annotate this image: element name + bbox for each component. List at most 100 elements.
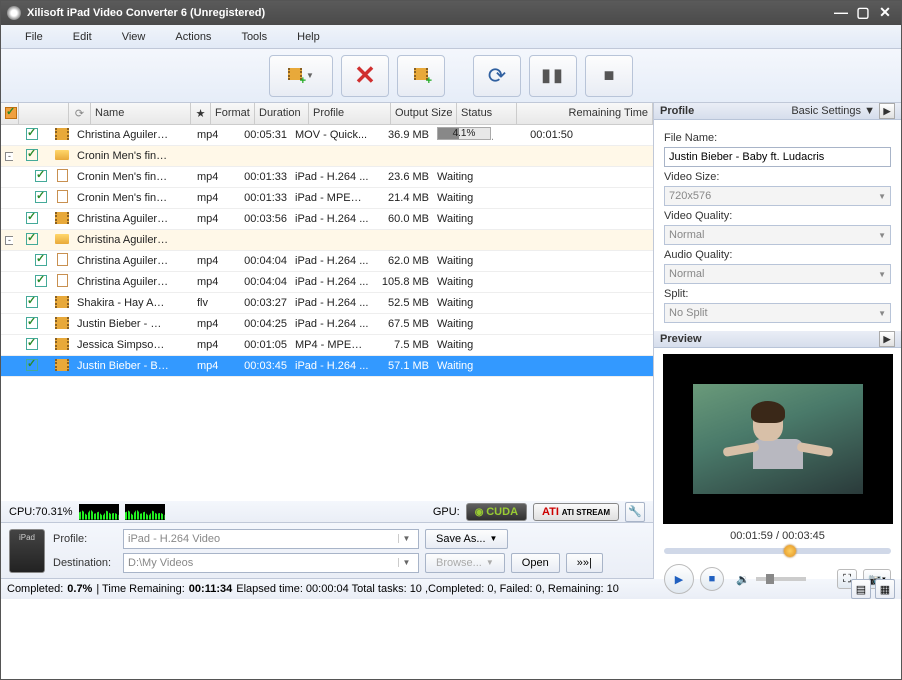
add-profile-button[interactable]: + [397, 55, 445, 97]
row-size: 105.8 MB [373, 276, 433, 288]
row-checkbox[interactable] [26, 149, 38, 161]
stop-playback-button[interactable]: ■ [700, 567, 724, 591]
file-row[interactable]: Christina Aguilera ...mp400:04:04iPad - … [1, 272, 653, 293]
video-size-select[interactable]: 720x576▼ [664, 186, 891, 206]
dropdown-arrow-icon: ▼ [306, 71, 314, 80]
time-remaining-value: 00:11:34 [189, 583, 232, 595]
row-checkbox[interactable] [26, 128, 38, 140]
log-button[interactable]: ▤ [851, 579, 871, 599]
row-name: Cronin Men's final ... [73, 150, 173, 162]
row-duration: 00:04:25 [237, 318, 291, 330]
video-preview[interactable] [663, 354, 893, 524]
row-status: Waiting [433, 171, 493, 183]
queue-button[interactable]: »»| [566, 553, 603, 573]
file-row[interactable]: Christina Aguilera ...mp400:04:04iPad - … [1, 251, 653, 272]
row-checkbox[interactable] [35, 275, 47, 287]
row-checkbox[interactable] [26, 338, 38, 350]
menu-view[interactable]: View [118, 31, 172, 43]
col-loop-icon[interactable]: ⟳ [69, 103, 91, 124]
destination-combo[interactable]: D:\My Videos▼ [123, 553, 419, 573]
row-checkbox[interactable] [35, 170, 47, 182]
split-select[interactable]: No Split▼ [664, 303, 891, 323]
preview-panel-header: Preview ▶ [654, 331, 901, 348]
file-row[interactable]: Jessica Simpson S...mp400:01:05MP4 - MPE… [1, 335, 653, 356]
help-button[interactable]: ▦ [875, 579, 895, 599]
audio-quality-label: Audio Quality: [664, 249, 891, 261]
file-row[interactable]: Christina Aguilera ...mp400:03:56iPad - … [1, 209, 653, 230]
volume-slider[interactable] [756, 577, 806, 581]
folder-row[interactable]: -Christina Aguilera ... [1, 230, 653, 251]
profile-expand-button[interactable]: ▶ [879, 103, 895, 119]
status-rest: Elapsed time: 00:00:04 Total tasks: 10 ,… [236, 583, 619, 595]
col-remaining[interactable]: Remaining Time [517, 103, 653, 124]
menu-tools[interactable]: Tools [237, 31, 293, 43]
col-status[interactable]: Status [457, 103, 517, 124]
play-button[interactable]: ▶ [664, 564, 694, 594]
profile-combo[interactable]: iPad - H.264 Video▼ [123, 529, 419, 549]
ati-badge[interactable]: ATI ATI STREAM [533, 503, 619, 521]
cuda-badge[interactable]: ◉ CUDA [466, 503, 527, 521]
file-row[interactable]: Justin Bieber - Ba...mp400:03:45iPad - H… [1, 356, 653, 377]
file-name-field[interactable] [664, 147, 891, 167]
row-checkbox[interactable] [26, 212, 38, 224]
row-checkbox[interactable] [26, 359, 38, 371]
col-name[interactable]: Name [91, 103, 191, 124]
row-profile: iPad - MPEG4... [291, 192, 373, 204]
file-row[interactable]: Shakira - Hay Amo...flv00:03:27iPad - H.… [1, 293, 653, 314]
film-icon [55, 296, 69, 308]
add-file-button[interactable]: +▼ [269, 55, 333, 97]
save-as-button[interactable]: Save As... ▼ [425, 529, 508, 549]
tree-toggle[interactable]: - [5, 152, 13, 161]
right-pane: Profile Basic Settings ▼ ▶ File Name: Vi… [654, 103, 901, 579]
minimize-button[interactable]: — [831, 5, 851, 21]
gpu-settings-button[interactable]: 🔧 [625, 502, 645, 522]
preview-expand-button[interactable]: ▶ [879, 331, 895, 347]
col-format[interactable]: Format [211, 103, 255, 124]
file-row[interactable]: Christina Aguilera ...mp400:05:31MOV - Q… [1, 125, 653, 146]
maximize-button[interactable]: ▢ [853, 5, 873, 21]
remove-button[interactable]: ✕ [341, 55, 389, 97]
cpu-label: CPU:70.31% [9, 506, 73, 518]
preview-panel-body: 00:01:59 / 00:03:45 ▶ ■ 🔉 ⛶ 📷▾ [654, 348, 901, 604]
video-quality-label: Video Quality: [664, 210, 891, 222]
row-checkbox[interactable] [35, 191, 47, 203]
col-duration[interactable]: Duration [255, 103, 309, 124]
folder-row[interactable]: - Cronin Men's final ... [1, 146, 653, 167]
menu-file[interactable]: File [21, 31, 69, 43]
row-checkbox[interactable] [35, 254, 47, 266]
basic-settings-link[interactable]: Basic Settings ▼ [791, 105, 875, 117]
grid-body[interactable]: Christina Aguilera ...mp400:05:31MOV - Q… [1, 125, 653, 501]
open-button[interactable]: Open [511, 553, 560, 573]
titlebar: Xilisoft iPad Video Converter 6 (Unregis… [1, 1, 901, 25]
tree-toggle[interactable]: - [5, 236, 13, 245]
row-format: mp4 [193, 129, 237, 141]
profile-panel-header: Profile Basic Settings ▼ ▶ [654, 103, 901, 120]
audio-quality-select[interactable]: Normal▼ [664, 264, 891, 284]
menu-help[interactable]: Help [293, 31, 346, 43]
convert-button[interactable]: ⟳ [473, 55, 521, 97]
seek-slider[interactable] [664, 548, 891, 554]
row-checkbox[interactable] [26, 233, 38, 245]
col-check-all[interactable] [1, 103, 19, 124]
col-star[interactable]: ★ [191, 103, 211, 124]
row-duration: 00:01:33 [237, 171, 291, 183]
col-output-size[interactable]: Output Size [391, 103, 457, 124]
menu-actions[interactable]: Actions [171, 31, 237, 43]
file-row[interactable]: Cronin Men's final ...mp400:01:33iPad - … [1, 188, 653, 209]
menu-edit[interactable]: Edit [69, 31, 118, 43]
stop-button[interactable]: ■ [585, 55, 633, 97]
col-profile[interactable]: Profile [309, 103, 391, 124]
file-row[interactable]: Cronin Men's final ...mp400:01:33iPad - … [1, 167, 653, 188]
seek-thumb[interactable] [784, 545, 796, 557]
volume-icon[interactable]: 🔉 [736, 573, 750, 586]
row-checkbox[interactable] [26, 317, 38, 329]
pause-button[interactable]: ▮▮ [529, 55, 577, 97]
file-row[interactable]: Justin Bieber - Ne...mp400:04:25iPad - H… [1, 314, 653, 335]
browse-button[interactable]: Browse... ▼ [425, 553, 505, 573]
file-name-label: File Name: [664, 132, 891, 144]
row-checkbox[interactable] [26, 296, 38, 308]
row-duration: 00:05:31 [237, 129, 291, 141]
video-quality-select[interactable]: Normal▼ [664, 225, 891, 245]
row-format: mp4 [193, 276, 237, 288]
close-button[interactable]: ✕ [875, 5, 895, 21]
